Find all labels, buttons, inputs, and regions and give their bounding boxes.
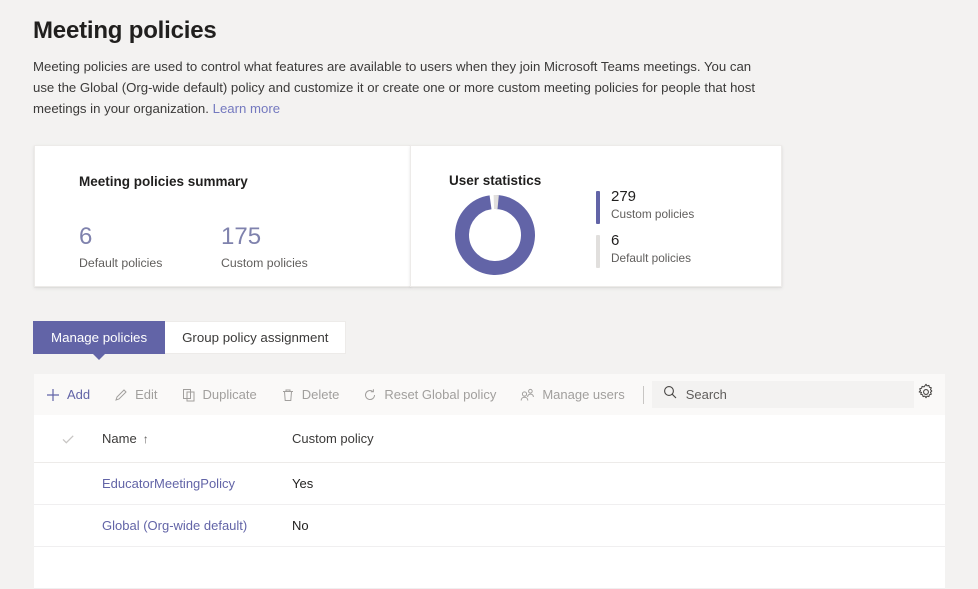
manage-users-label: Manage users [542,387,624,402]
legend-color-swatch-default [596,235,600,268]
column-header-custom-policy[interactable]: Custom policy [292,431,472,446]
tab-manage-policies[interactable]: Manage policies [33,321,165,354]
legend-item-default-policies: 6 Default policies [596,232,694,265]
trash-icon [281,388,295,402]
pencil-icon [114,388,128,402]
table-header-row: Name ↑ Custom policy [34,415,945,463]
metric-default-label: Default policies [79,256,162,270]
duplicate-icon [182,388,196,402]
user-statistics-donut-chart [453,193,537,277]
page-description: Meeting policies are used to control wha… [33,56,773,119]
select-all-checkbox[interactable] [34,431,102,447]
legend-label-default: Default policies [611,251,694,265]
column-header-name-label: Name [102,431,137,446]
legend-value-custom: 279 [611,188,694,206]
legend-item-custom-policies: 279 Custom policies [596,188,694,221]
meeting-policies-page: Meeting policies Meeting policies are us… [0,0,978,565]
duplicate-button-label: Duplicate [203,387,257,402]
legend-value-default: 6 [611,232,694,250]
tab-group-policy-assignment[interactable]: Group policy assignment [165,321,346,354]
legend-label-custom: Custom policies [611,207,694,221]
custom-policy-cell: No [292,518,472,533]
page-title: Meeting policies [33,17,217,45]
table-row-partial [34,547,945,589]
reset-icon [363,388,377,402]
user-statistics-card: User statistics 279 Custom policies 6 De… [410,145,782,287]
checkmark-icon [60,431,76,447]
metric-default-value: 6 [79,224,162,250]
legend-color-swatch-custom [596,191,600,224]
policy-toolbar: Add Edit Duplicate Delete Reset Global p [34,374,945,415]
gear-icon [917,383,935,406]
reset-button-label: Reset Global policy [384,387,496,402]
policy-name-cell: EducatorMeetingPolicy [102,476,292,491]
metric-custom-policies: 175 Custom policies [221,224,308,270]
add-button-label: Add [67,387,90,402]
learn-more-link[interactable]: Learn more [213,101,280,116]
metric-custom-value: 175 [221,224,308,250]
sort-ascending-icon: ↑ [143,432,149,446]
search-icon [663,385,677,404]
custom-policy-cell: Yes [292,476,472,491]
delete-button-label: Delete [302,387,340,402]
column-header-name[interactable]: Name ↑ [102,431,292,446]
policy-name-cell: Global (Org-wide default) [102,518,292,533]
duplicate-button[interactable]: Duplicate [170,374,269,415]
edit-button-label: Edit [135,387,157,402]
settings-gear-button[interactable] [917,383,935,406]
delete-button[interactable]: Delete [269,374,352,415]
search-placeholder: Search [686,387,727,402]
meeting-policies-summary-card: Meeting policies summary 6 Default polic… [34,145,411,287]
people-icon [520,388,535,402]
edit-button[interactable]: Edit [102,374,169,415]
table-row[interactable]: EducatorMeetingPolicy Yes [34,463,945,505]
search-input[interactable]: Search [652,381,914,408]
table-row[interactable]: Global (Org-wide default) No [34,505,945,547]
toolbar-divider [643,386,644,404]
policy-name-link[interactable]: Global (Org-wide default) [102,518,247,533]
manage-users-button[interactable]: Manage users [508,374,636,415]
metric-custom-label: Custom policies [221,256,308,270]
policy-tabs: Manage policies Group policy assignment [33,321,346,354]
policy-name-link[interactable]: EducatorMeetingPolicy [102,476,235,491]
plus-icon [46,388,60,402]
page-description-text: Meeting policies are used to control wha… [33,59,755,116]
summary-card-title: Meeting policies summary [79,174,248,189]
donut-legend: 279 Custom policies 6 Default policies [596,188,694,276]
policies-table: Name ↑ Custom policy EducatorMeetingPolic… [34,415,945,589]
metric-default-policies: 6 Default policies [79,224,162,270]
add-button[interactable]: Add [34,374,102,415]
stats-card-title: User statistics [449,173,541,188]
reset-global-policy-button[interactable]: Reset Global policy [351,374,508,415]
